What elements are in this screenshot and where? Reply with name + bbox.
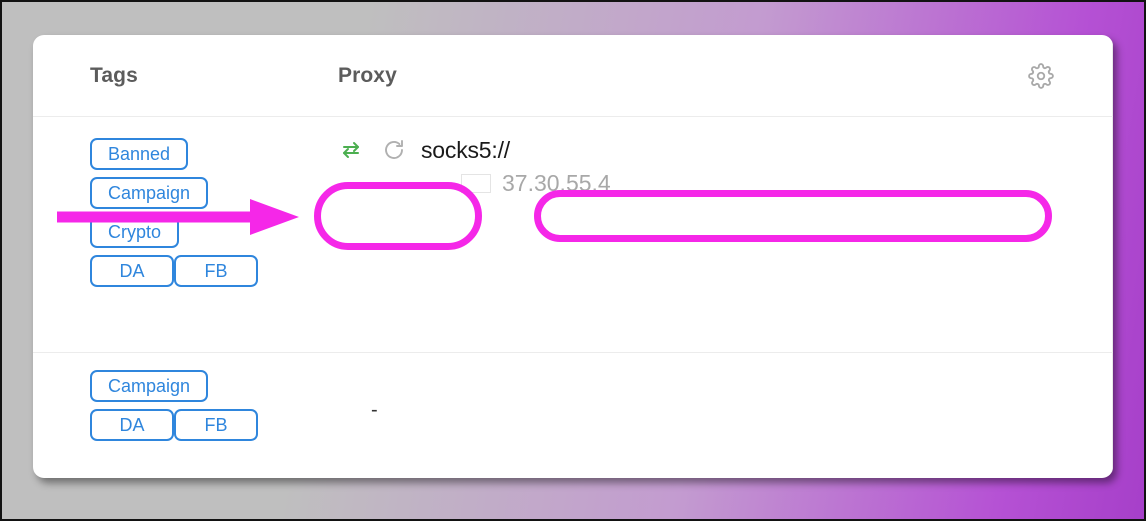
proxy-origin-info: 37.30.55.4 [461, 170, 611, 197]
tag-fb[interactable]: FB [174, 409, 258, 441]
settings-button[interactable] [1026, 61, 1056, 91]
tag-line: DA FB [90, 409, 320, 441]
poland-flag-icon [461, 174, 491, 193]
proxy-host-input[interactable] [509, 133, 1020, 167]
table-row: Banned Campaign Crypto DA FB socks5:// 3… [33, 117, 1113, 353]
table-header-row: Tags Proxy [33, 35, 1113, 117]
swap-arrows-icon[interactable] [338, 137, 364, 163]
tag-line: Crypto [90, 216, 320, 248]
tag-campaign[interactable]: Campaign [90, 370, 209, 402]
proxy-ip-address: 37.30.55.4 [502, 170, 611, 196]
tag-line: Campaign [90, 370, 320, 402]
tags-cell: Campaign DA FB [90, 370, 320, 448]
tag-banned[interactable]: Banned [90, 138, 189, 170]
proxy-table-card: Tags Proxy Banned Campaign Crypto DA FB … [33, 35, 1113, 478]
tag-crypto[interactable]: Crypto [90, 216, 180, 248]
proxy-scheme-label: socks5:// [421, 136, 510, 163]
proxy-editor: socks5:// [338, 132, 1020, 168]
gear-icon [1028, 62, 1054, 89]
tag-da[interactable]: DA [90, 409, 174, 441]
refresh-icon[interactable] [381, 137, 407, 163]
table-row: Campaign DA FB - [33, 353, 1113, 477]
column-header-proxy: Proxy [338, 63, 397, 87]
tag-campaign[interactable]: Campaign [90, 177, 209, 209]
column-header-tags: Tags [90, 63, 138, 87]
tag-line: Campaign [90, 177, 320, 209]
proxy-empty-value: - [371, 399, 378, 421]
tag-fb[interactable]: FB [174, 255, 258, 287]
tag-da[interactable]: DA [90, 255, 174, 287]
tag-line: Banned [90, 138, 320, 170]
tags-cell: Banned Campaign Crypto DA FB [90, 138, 320, 294]
tag-line: DA FB [90, 255, 320, 287]
